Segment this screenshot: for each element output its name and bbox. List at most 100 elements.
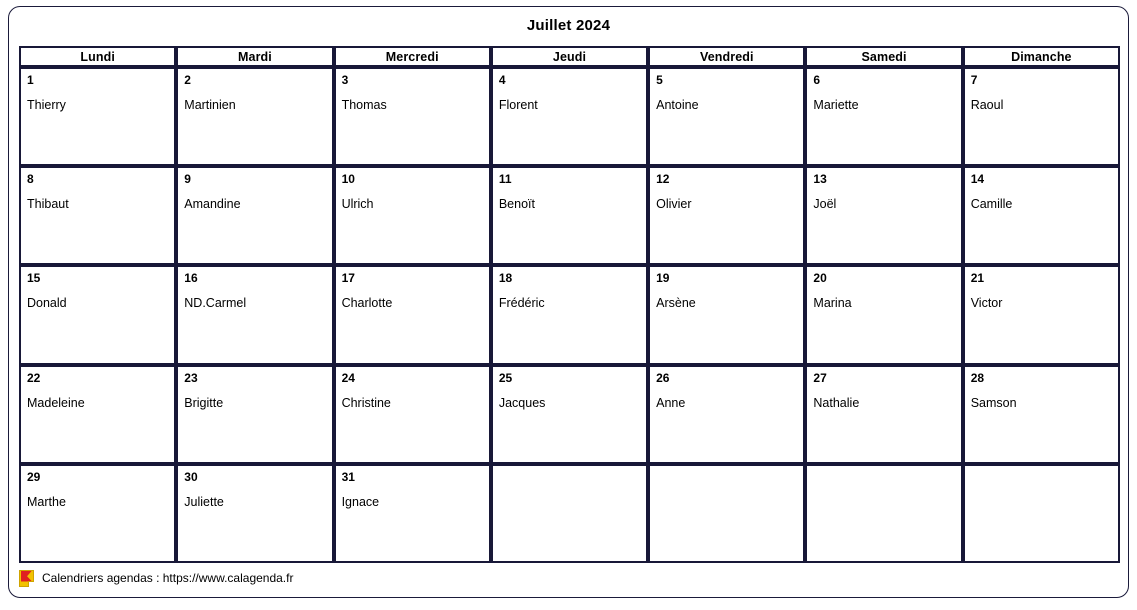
calendar-day-cell-content: 14 Camille: [965, 168, 1118, 263]
calendar-day-cell[interactable]: 10 Ulrich: [333, 166, 491, 266]
day-number: 10: [341, 172, 355, 187]
calendar-day-cell[interactable]: 9 Amandine: [176, 166, 334, 266]
saint-name: Juliette: [184, 494, 224, 509]
calendar-page: Juillet 2024 Lundi Mardi Mercredi Jeudi Vend…: [8, 6, 1129, 598]
saint-name: Marthe: [27, 494, 66, 509]
calendar-day-cell-content: 22 Madeleine: [21, 367, 174, 462]
saint-name: Charlotte: [341, 296, 393, 311]
weekday-header-samedi: Samedi: [805, 46, 963, 67]
calendar-day-cell[interactable]: 26 Anne: [648, 364, 806, 464]
day-number: 12: [656, 172, 670, 187]
calendar-day-cell[interactable]: 15 Donald: [19, 265, 177, 365]
weekday-header-row: Lundi Mardi Mercredi Jeudi Vendredi Samedi Dim…: [19, 46, 1120, 67]
calendar-day-cell[interactable]: 6 Mariette: [805, 67, 963, 167]
calendar-day-cell[interactable]: 18 Frédéric: [490, 265, 649, 365]
calendar-day-cell[interactable]: 2 Martinien: [176, 67, 334, 167]
calendar-day-cell[interactable]: 13 Joël: [805, 166, 963, 266]
saint-name: Victor: [970, 296, 1003, 311]
calendar-day-cell-content: 8 Thibaut: [21, 168, 174, 263]
saint-name: Amandine: [184, 197, 241, 212]
saint-name: Mariette: [813, 98, 859, 112]
calendar-day-cell-content: 5 Antoine: [650, 69, 803, 164]
calendar-day-cell[interactable]: 31 Ignace: [333, 463, 491, 563]
calendar-day-cell[interactable]: 19 Arsène: [648, 265, 806, 365]
day-number: 16: [184, 271, 198, 286]
calendar-day-cell[interactable]: 11 Benoït: [490, 166, 649, 266]
calendar-day-cell-empty[interactable]: [490, 463, 649, 563]
calendar-day-cell[interactable]: 14 Camille: [962, 166, 1120, 266]
calendar-day-cell-empty[interactable]: [805, 463, 963, 563]
calendar-day-cell[interactable]: 22 Madeleine: [19, 364, 177, 464]
calendar-day-cell-content: 28 Samson: [965, 367, 1118, 462]
calendar-day-cell-content: 3 Thomas: [336, 69, 489, 164]
weekday-header-vendredi: Vendredi: [648, 46, 806, 67]
saint-name: Raoul: [970, 98, 1004, 112]
saint-name: ND.Carmel: [184, 296, 247, 311]
calendar-day-cell-content: [493, 466, 646, 561]
calendar-day-cell-content: [650, 466, 803, 561]
calendar-day-cell-content: 18 Frédéric: [493, 267, 646, 362]
saint-name: Nathalie: [813, 395, 860, 410]
calendar-day-cell-content: [965, 466, 1118, 561]
calendar-day-cell[interactable]: 3 Thomas: [333, 67, 491, 167]
calendar-day-cell-content: 13 Joël: [807, 168, 960, 263]
calendar-day-cell-content: 27 Nathalie: [807, 367, 960, 462]
saint-name: Marina: [813, 296, 852, 311]
calendar-day-cell-content: 6 Mariette: [807, 69, 960, 164]
calendar-day-cell[interactable]: 8 Thibaut: [19, 166, 177, 266]
day-number: 6: [813, 73, 821, 87]
calendar-day-cell-content: 4 Florent: [493, 69, 646, 164]
calendar-day-cell[interactable]: 27 Nathalie: [805, 364, 963, 464]
calendar-day-cell[interactable]: 20 Marina: [805, 265, 963, 365]
calendar-day-cell[interactable]: 1 Thierry: [19, 67, 177, 167]
day-number: 19: [656, 271, 670, 286]
calendar-table: Lundi Mardi Mercredi Jeudi Vendredi Samedi Dim…: [19, 46, 1120, 563]
calendar-day-cell[interactable]: 28 Samson: [962, 364, 1120, 464]
calendar-day-cell-content: 30 Juliette: [178, 466, 331, 561]
calendar-day-cell[interactable]: 23 Brigitte: [176, 364, 334, 464]
calendar-day-cell-content: 20 Marina: [807, 267, 960, 362]
saint-name: Joël: [813, 197, 837, 212]
day-number: 30: [184, 469, 198, 484]
calendar-day-cell-content: 1 Thierry: [21, 69, 174, 164]
saint-name: Christine: [341, 395, 391, 410]
calendar-day-cell-empty[interactable]: [962, 463, 1120, 563]
day-number: 18: [498, 271, 513, 286]
day-number: 3: [341, 73, 349, 87]
calendar-day-cell[interactable]: 12 Olivier: [648, 166, 806, 266]
saint-name: Camille: [970, 197, 1013, 212]
calendar-day-cell-content: 31 Ignace: [336, 466, 489, 561]
day-number: 8: [27, 172, 34, 187]
calendar-day-cell-content: 26 Anne: [650, 367, 803, 462]
calendar-day-cell[interactable]: 21 Victor: [962, 265, 1120, 365]
saint-name: Arsène: [656, 296, 696, 311]
calendar-day-cell[interactable]: 30 Juliette: [176, 463, 334, 563]
calendar-day-cell[interactable]: 5 Antoine: [648, 67, 806, 167]
calendar-day-cell[interactable]: 7 Raoul: [962, 67, 1120, 167]
calendar-day-cell-content: 9 Amandine: [178, 168, 331, 263]
day-number: 22: [27, 370, 41, 385]
saint-name: Florent: [498, 98, 538, 112]
saint-name: Thierry: [27, 98, 66, 112]
calendar-day-cell[interactable]: 4 Florent: [490, 67, 649, 167]
day-number: 31: [341, 469, 355, 484]
calendar-day-cell-content: 29 Marthe: [21, 466, 174, 561]
saint-name: Ignace: [341, 494, 380, 509]
weekday-header-jeudi: Jeudi: [490, 46, 649, 67]
day-number: 15: [27, 271, 41, 286]
calendar-day-cell[interactable]: 25 Jacques: [490, 364, 649, 464]
calendar-day-cell-empty[interactable]: [648, 463, 806, 563]
calendar-week-row: 29 Marthe 30 Juliette 31 Ignace: [19, 463, 1120, 563]
saint-name: Antoine: [656, 98, 699, 112]
page-title: Juillet 2024: [526, 17, 611, 34]
calendar-day-cell-content: 16 ND.Carmel: [178, 267, 331, 362]
calendar-day-cell-content: 24 Christine: [336, 367, 489, 462]
calendar-day-cell[interactable]: 29 Marthe: [19, 463, 177, 563]
weekday-header-lundi: Lundi: [19, 46, 177, 67]
calendar-day-cell[interactable]: 17 Charlotte: [333, 265, 491, 365]
calendar-day-cell[interactable]: 16 ND.Carmel: [176, 265, 334, 365]
saint-name: Olivier: [656, 197, 692, 212]
day-number: 9: [184, 172, 191, 187]
calendar-day-cell[interactable]: 24 Christine: [333, 364, 491, 464]
footer: Calendriers agendas : https://www.calage…: [19, 567, 293, 589]
